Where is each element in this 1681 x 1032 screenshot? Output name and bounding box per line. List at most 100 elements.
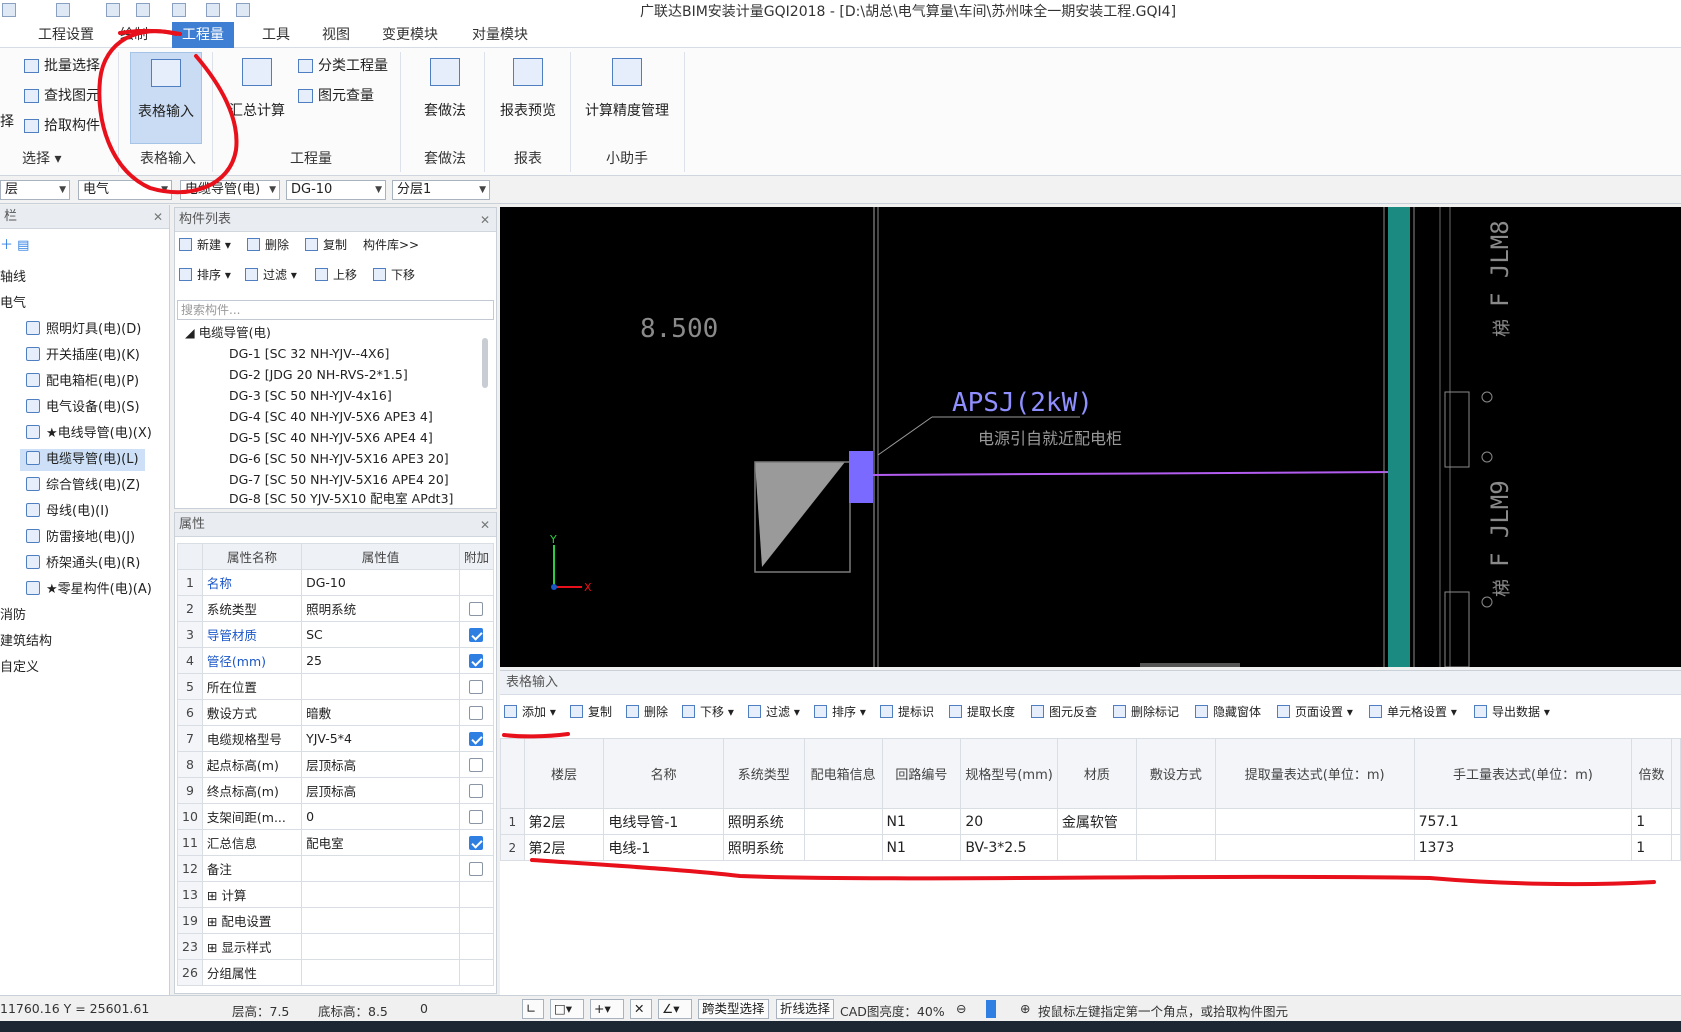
column-header[interactable]: 材质 <box>1056 738 1137 809</box>
page-setup-button[interactable]: 页面设置 ▾ <box>1277 701 1353 723</box>
close-icon[interactable]: ✕ <box>480 208 490 232</box>
property-attach[interactable] <box>458 699 495 726</box>
new-component-button[interactable]: 新建 ▾ <box>179 234 231 256</box>
discipline-combo[interactable]: 电气 ▼ <box>78 180 172 200</box>
property-value[interactable]: 照明系统 <box>301 595 460 622</box>
report-preview-button[interactable]: 报表预览 <box>492 52 564 144</box>
column-header[interactable]: 系统类型 <box>722 738 805 809</box>
batch-select-button[interactable]: 批量选择 <box>22 54 100 78</box>
grid-cell[interactable]: 电线导管-1 <box>603 808 724 835</box>
table-row[interactable]: 2 第2层 电线-1 照明系统 N1 BV-3*2.5 1373 1 <box>500 834 1681 861</box>
property-value[interactable]: SC <box>301 621 460 648</box>
grid-cell[interactable]: BV-3*2.5 <box>960 834 1058 861</box>
property-attach[interactable] <box>458 881 495 908</box>
delete-component-button[interactable]: 删除 <box>247 234 289 256</box>
component-search-input[interactable]: 搜索构件... <box>177 300 494 320</box>
property-row[interactable]: 19 ⊞ 配电设置 <box>177 907 495 934</box>
checkbox[interactable] <box>469 836 484 851</box>
tab-draw[interactable]: 绘制 <box>110 22 158 48</box>
grid-cell[interactable] <box>1135 808 1216 835</box>
plus-icon[interactable]: ⊕ <box>1020 1001 1030 1016</box>
property-attach[interactable] <box>458 595 495 622</box>
filter-button[interactable]: 过滤 ▾ <box>748 701 800 723</box>
property-value[interactable] <box>301 855 460 882</box>
hide-window-button[interactable]: 隐藏窗体 <box>1195 701 1261 723</box>
list-item[interactable]: DG-1 [SC 32 NH-YJV--4X6] <box>229 343 389 364</box>
list-item[interactable]: DG-8 [SC 50 YJV-5X10 配电室 APdt3] <box>229 488 453 509</box>
property-value[interactable] <box>301 959 460 986</box>
property-attach[interactable] <box>458 777 495 804</box>
open-icon[interactable] <box>56 3 70 17</box>
find-element-button[interactable]: 查找图元 <box>22 84 100 108</box>
grid-cell[interactable]: 1 <box>1631 834 1672 861</box>
tree-node-lighting[interactable]: 照明灯具(电)(D) <box>26 319 141 341</box>
grid-cell[interactable]: 金属软管 <box>1056 808 1137 835</box>
checkbox[interactable] <box>469 758 484 773</box>
tree-node-fire[interactable]: 消防 <box>0 605 26 627</box>
extract-length-button[interactable]: 提取长度 <box>949 701 1015 723</box>
expand-icon[interactable]: ⊞ <box>207 940 221 955</box>
add-button[interactable]: 添加 ▾ <box>504 701 556 723</box>
checkbox[interactable] <box>469 654 484 669</box>
property-attach[interactable] <box>458 959 495 986</box>
layer-combo[interactable]: 分层1 ▼ <box>392 180 490 200</box>
cross-icon[interactable]: ✕ <box>630 999 652 1019</box>
tree-node-axis[interactable]: 轴线 <box>0 267 26 289</box>
property-row[interactable]: 12 备注 <box>177 855 495 882</box>
table-row[interactable]: 1 第2层 电线导管-1 照明系统 N1 20 金属软管 757.1 1 <box>500 808 1681 835</box>
property-row[interactable]: 26 分组属性 <box>177 959 495 986</box>
property-attach[interactable] <box>458 725 495 752</box>
sort-button[interactable]: 排序 ▾ <box>179 264 231 286</box>
grid-cell[interactable] <box>803 834 883 861</box>
save-icon[interactable] <box>236 3 250 17</box>
cad-drawing[interactable]: 8.500 APSJ(2kW) 电源引自就近配电柜 F JLM8 F JLM9 … <box>500 207 1681 667</box>
property-value[interactable]: 0 <box>301 803 460 830</box>
tree-node-cable-conduit[interactable]: 电缆导管(电)(L) <box>20 449 145 471</box>
property-attach[interactable] <box>458 751 495 778</box>
grid-cell[interactable]: 20 <box>960 808 1058 835</box>
column-header[interactable]: 提取量表达式(单位：m) <box>1214 738 1415 809</box>
column-header[interactable]: 手工量表达式(单位：m) <box>1413 738 1633 809</box>
cell-setup-button[interactable]: 单元格设置 ▾ <box>1369 701 1457 723</box>
dim-icon[interactable]: +▾ <box>590 999 624 1019</box>
brightness-slider[interactable] <box>986 1000 996 1018</box>
apply-method-button[interactable]: 套做法 <box>410 52 480 144</box>
minus-icon[interactable]: ⊖ <box>956 1001 966 1016</box>
list-item[interactable]: DG-7 [SC 50 NH-YJV-5X16 APE4 20] <box>229 469 449 490</box>
grid-cell[interactable]: N1 <box>881 834 962 861</box>
tree-node-electrical-device[interactable]: 电气设备(电)(S) <box>26 397 140 419</box>
property-row[interactable]: 1 名称 DG-10 <box>177 569 495 596</box>
scrollbar[interactable] <box>482 338 488 388</box>
property-attach[interactable] <box>458 647 495 674</box>
property-row[interactable]: 7 电缆规格型号 YJV-5*4 <box>177 725 495 752</box>
property-attach[interactable] <box>458 803 495 830</box>
tab-project-settings[interactable]: 工程设置 <box>28 22 104 48</box>
grid-cell[interactable] <box>1670 834 1681 861</box>
column-header[interactable]: 敷设方式 <box>1135 738 1216 809</box>
property-attach[interactable] <box>458 569 495 596</box>
checkbox[interactable] <box>469 732 484 747</box>
floor-combo[interactable]: 层 ▼ <box>0 180 70 200</box>
property-value[interactable]: 配电室 <box>301 829 460 856</box>
tree-node-tray-fitting[interactable]: 桥架通头(电)(R) <box>26 553 140 575</box>
sort-button[interactable]: 排序 ▾ <box>814 701 866 723</box>
column-header[interactable]: 楼层 <box>523 738 605 809</box>
distribution-box-symbol[interactable] <box>849 451 873 503</box>
property-row[interactable]: 13 ⊞ 计算 <box>177 881 495 908</box>
tree-node-misc-component[interactable]: ★零星构件(电)(A) <box>26 579 152 601</box>
tree-node-distribution-box[interactable]: 配电箱柜(电)(P) <box>26 371 139 393</box>
property-attach[interactable] <box>458 855 495 882</box>
tab-view[interactable]: 视图 <box>312 22 360 48</box>
tree-node-busbar[interactable]: 母线(电)(I) <box>26 501 109 523</box>
list-item[interactable]: DG-4 [SC 40 NH-YJV-5X6 APE3 4] <box>229 406 433 427</box>
summary-calc-button[interactable]: 汇总计算 <box>222 52 292 144</box>
property-attach[interactable] <box>458 673 495 700</box>
expand-icon[interactable]: ⊞ <box>207 914 221 929</box>
property-row[interactable]: 23 ⊞ 显示样式 <box>177 933 495 960</box>
conduit-line[interactable] <box>872 471 1397 476</box>
property-row[interactable]: 2 系统类型 照明系统 <box>177 595 495 622</box>
tree-node-switch-socket[interactable]: 开关插座(电)(K) <box>26 345 140 367</box>
angle-icon[interactable]: ∠▾ <box>658 999 692 1019</box>
property-attach[interactable] <box>458 907 495 934</box>
export-data-button[interactable]: 导出数据 ▾ <box>1474 701 1550 723</box>
